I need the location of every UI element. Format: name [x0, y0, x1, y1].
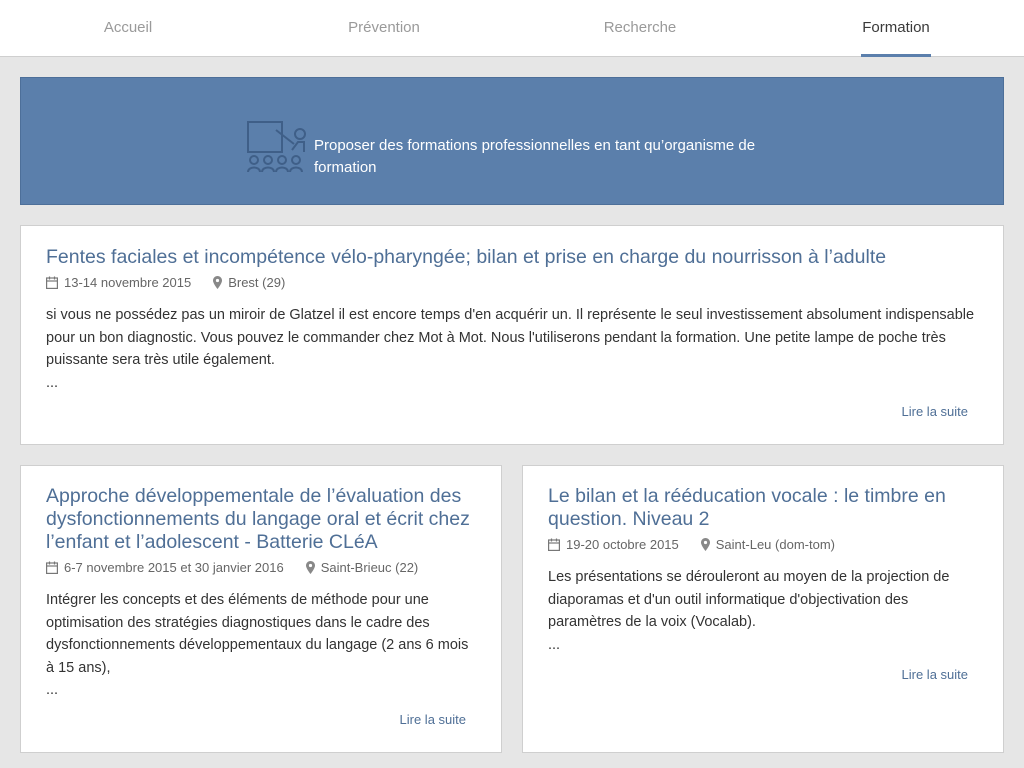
- article-meta: 6-7 novembre 2015 et 30 janvier 2016 Sai…: [46, 558, 476, 576]
- tab-formation[interactable]: Formation: [768, 0, 1024, 57]
- article-ellipsis: ...: [46, 682, 59, 698]
- calendar-icon: [548, 538, 560, 551]
- article-card: Approche développementale de l’évaluatio…: [20, 465, 502, 753]
- tab-label: Formation: [862, 19, 930, 36]
- article-description: si vous ne possédez pas un miroir de Gla…: [46, 304, 978, 394]
- tab-label: Prévention: [348, 19, 420, 36]
- calendar-icon: [46, 561, 58, 574]
- article-date: 19-20 octobre 2015: [566, 536, 679, 552]
- banner-text: Proposer des formations professionnelles…: [314, 137, 756, 176]
- article-title[interactable]: Approche développementale de l’évaluatio…: [46, 485, 476, 554]
- tab-prevention[interactable]: Prévention: [256, 0, 512, 56]
- map-pin-icon: [305, 560, 315, 574]
- read-more-link[interactable]: Lire la suite: [902, 667, 968, 682]
- article-description: Intégrer les concepts et des éléments de…: [46, 589, 476, 702]
- article-excerpt: Intégrer les concepts et des éléments de…: [46, 592, 469, 676]
- article-card: Fentes faciales et incompétence vélo-pha…: [20, 225, 1004, 445]
- article-ellipsis: ...: [46, 374, 59, 391]
- classroom-icon: [247, 121, 306, 173]
- article-title[interactable]: Le bilan et la rééducation vocale : le t…: [548, 485, 978, 531]
- tab-label: Accueil: [103, 19, 153, 36]
- article-excerpt: si vous ne possédez pas un miroir de Gla…: [46, 307, 975, 368]
- article-description: Les présentations se dérouleront au moye…: [548, 566, 978, 656]
- tab-label: Recherche: [603, 19, 677, 36]
- article-date: 13-14 novembre 2015: [64, 274, 192, 290]
- article-date: 6-7 novembre 2015 et 30 janvier 2016: [64, 559, 284, 575]
- active-tab-indicator: [861, 54, 931, 57]
- article-meta: 13-14 novembre 2015 Brest (29): [46, 273, 978, 291]
- article-ellipsis: ...: [548, 636, 561, 653]
- read-more-link[interactable]: Lire la suite: [902, 404, 968, 419]
- tab-accueil[interactable]: Accueil: [0, 0, 256, 56]
- article-excerpt: Les présentations se dérouleront au moye…: [548, 569, 950, 630]
- tab-recherche[interactable]: Recherche: [512, 0, 768, 56]
- article-meta: 19-20 octobre 2015 Saint-Leu (dom-tom): [548, 535, 978, 553]
- read-more-link[interactable]: Lire la suite: [400, 712, 466, 727]
- article-card: Le bilan et la rééducation vocale : le t…: [522, 465, 1004, 753]
- calendar-icon: [46, 276, 58, 289]
- article-place: Saint-Leu (dom-tom): [715, 536, 835, 552]
- map-pin-icon: [700, 537, 710, 551]
- map-pin-icon: [213, 275, 223, 289]
- article-title[interactable]: Fentes faciales et incompétence vélo-pha…: [46, 246, 978, 269]
- article-place: Brest (29): [228, 274, 286, 290]
- section-banner: Proposer des formations professionnelles…: [20, 77, 1004, 205]
- top-navigation: Accueil Prévention Recherche Formation: [0, 0, 1024, 57]
- article-place: Saint-Brieuc (22): [320, 559, 419, 575]
